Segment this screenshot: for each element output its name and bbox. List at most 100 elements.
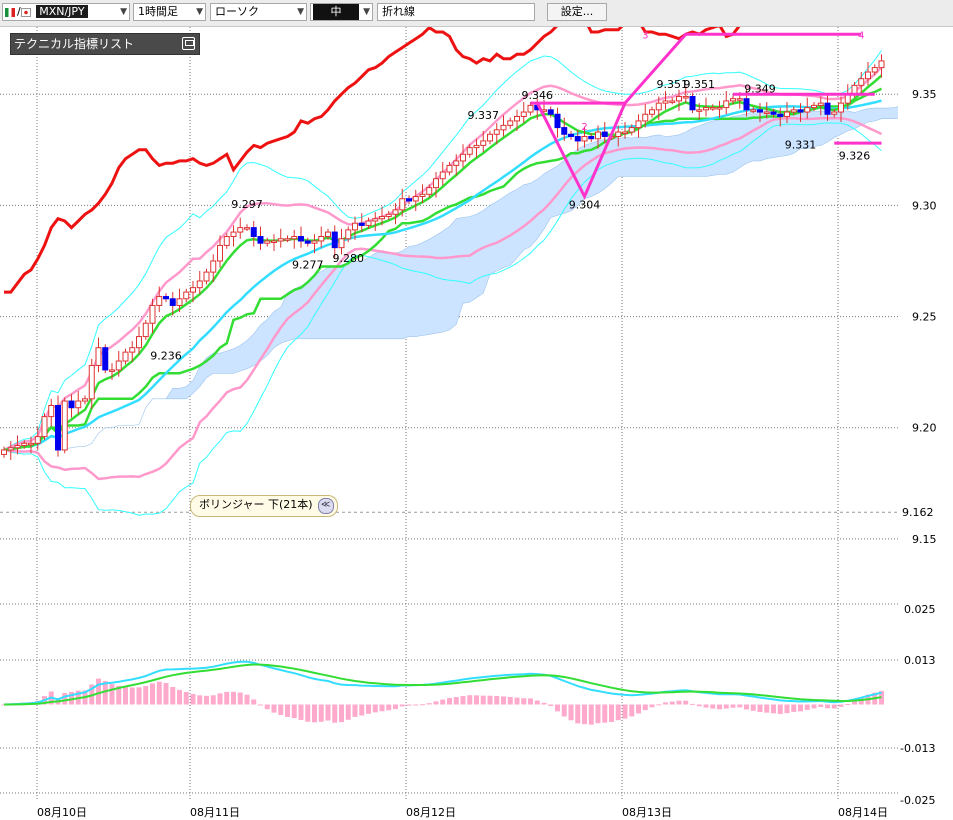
macd-histogram-bar	[534, 700, 540, 705]
candle	[709, 104, 716, 111]
macd-histogram-bar	[521, 698, 527, 705]
candle-body	[635, 120, 642, 129]
macd-histogram-bar	[258, 704, 263, 706]
price-label: 9.337	[468, 109, 500, 122]
candle	[500, 115, 507, 137]
candle-body	[622, 131, 628, 135]
candle-body	[217, 244, 223, 262]
macd-histogram-bar	[467, 695, 473, 705]
chevron-down-icon: ▼	[297, 7, 304, 17]
restore-icon[interactable]	[182, 37, 195, 50]
candle-body	[304, 240, 311, 244]
wave-label: 3	[642, 31, 648, 42]
price-tick: 9.15	[912, 533, 937, 546]
candle-body	[257, 236, 264, 244]
macd-histogram-bar	[379, 704, 385, 712]
candle	[669, 97, 676, 105]
settings-button[interactable]: 設定...	[547, 3, 607, 21]
candle-body	[291, 236, 298, 240]
macd-histogram-bar	[602, 704, 608, 723]
macd-histogram-bar	[656, 704, 662, 706]
candle-body	[298, 236, 304, 242]
macd-histogram-bar	[177, 689, 182, 705]
chart-type-select[interactable]: ローソク ▼	[210, 3, 307, 21]
macd-histogram-bar	[582, 704, 587, 725]
candle-body	[358, 222, 365, 226]
macd-histogram-bar	[96, 678, 101, 705]
candle-body	[250, 227, 257, 238]
timeframe-select[interactable]: 1時間足 ▼	[133, 3, 206, 21]
candle-body	[696, 109, 703, 112]
candle-body	[547, 109, 554, 115]
candle-body	[871, 67, 878, 73]
price-label: 9.331	[785, 138, 817, 151]
candle-body	[757, 109, 763, 113]
double-chevron-down-icon[interactable]: ≪	[317, 498, 334, 514]
candle-body	[473, 144, 480, 149]
candle-body	[169, 298, 176, 306]
candle	[878, 54, 885, 78]
macd-histogram-bar	[622, 704, 628, 719]
macd-histogram-bar	[393, 704, 398, 710]
candle-body	[527, 104, 534, 113]
candle-body	[433, 178, 439, 189]
macd-histogram-bar	[791, 704, 797, 712]
candle	[338, 228, 345, 255]
candle-body	[379, 216, 385, 220]
candle	[412, 189, 419, 211]
macd-histogram-bar	[163, 682, 169, 705]
candle	[507, 117, 514, 129]
candle-body	[777, 113, 784, 117]
macd-histogram-bar	[649, 704, 655, 708]
macd-histogram-bar	[730, 704, 736, 708]
macd-histogram-bar	[710, 704, 716, 709]
candle-body	[183, 291, 190, 300]
line-type-field[interactable]: 折れ線	[377, 3, 535, 21]
candle	[82, 395, 88, 405]
candle	[68, 394, 75, 418]
price-label: 9.277	[292, 259, 324, 272]
macd-histogram-bar	[831, 704, 837, 709]
macd-histogram-bar	[251, 699, 257, 705]
candle	[244, 224, 250, 231]
symbol-select[interactable]: / MXN/JPY ▼	[2, 3, 130, 21]
macd-histogram-bar	[298, 704, 304, 720]
macd-histogram-bar	[129, 687, 135, 705]
tooltip-text: ボリンジャー 下(21本)	[199, 498, 313, 511]
candle-body	[41, 416, 48, 438]
macd-histogram-bar	[777, 704, 783, 714]
candle-body	[500, 124, 507, 131]
price-label: 9.304	[569, 199, 601, 212]
candle	[183, 288, 190, 303]
candle-body	[730, 98, 736, 102]
price-label: 9.280	[333, 252, 365, 265]
candle-body	[311, 240, 318, 244]
candle-body	[203, 271, 210, 282]
candle-body	[338, 238, 345, 249]
candle-body	[21, 442, 28, 447]
candle-body	[763, 111, 770, 115]
indicator-list-panel[interactable]: テクニカル指標リスト	[10, 33, 200, 55]
candle-body	[480, 140, 487, 146]
candle	[196, 270, 203, 295]
macd-histogram-bar	[541, 702, 547, 705]
candle-body	[149, 304, 156, 324]
size-select[interactable]: 中 ▼	[310, 3, 373, 21]
price-tick: 9.30	[912, 199, 937, 212]
macd-histogram-bar	[575, 704, 581, 724]
macd-histogram-bar	[426, 703, 432, 705]
indicator-list-title: テクニカル指標リスト	[14, 37, 135, 51]
macd-histogram-bar	[507, 697, 513, 705]
candle-body	[271, 240, 277, 243]
macd-histogram-bar	[204, 695, 209, 705]
chart-canvas[interactable]: 2 3 4 9.236 9.297 9.277 9.280 9.337 9.346 9.304 9…	[0, 27, 953, 820]
macd-histogram-bar	[285, 704, 290, 717]
candle-body	[804, 107, 811, 113]
candle-body	[156, 296, 163, 306]
macd-histogram-bar	[291, 704, 297, 719]
current-level-label: 9.162	[902, 506, 934, 519]
macd-histogram-bar	[568, 704, 574, 721]
candle-body	[824, 102, 831, 115]
macd-histogram-bar	[501, 696, 506, 705]
candle-body	[790, 109, 797, 113]
